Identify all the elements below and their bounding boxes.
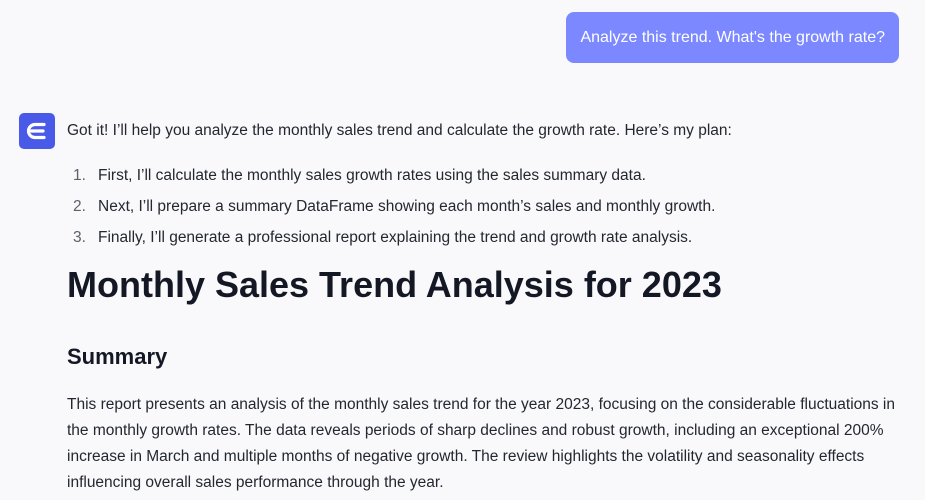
plan-item-text: Finally, I’ll generate a professional re…	[98, 229, 693, 246]
chat-page: Analyze this trend. What's the growth ra…	[0, 0, 925, 500]
user-message-bubble: Analyze this trend. What's the growth ra…	[566, 12, 899, 63]
summary-heading: Summary	[67, 344, 168, 369]
e-logo-icon	[26, 122, 46, 140]
plan-item-number: 1.	[73, 167, 86, 184]
plan-item-number: 2.	[73, 198, 86, 215]
assistant-intro-text: Got it! I’ll help you analyze the monthl…	[67, 122, 732, 139]
summary-paragraph: This report presents an analysis of the …	[67, 396, 896, 491]
report-title: Monthly Sales Trend Analysis for 2023	[67, 264, 722, 305]
plan-item-text: Next, I’ll prepare a summary DataFrame s…	[98, 198, 716, 215]
plan-item-number: 3.	[73, 229, 86, 246]
assistant-avatar	[19, 113, 55, 149]
plan-item-text: First, I’ll calculate the monthly sales …	[98, 167, 646, 184]
